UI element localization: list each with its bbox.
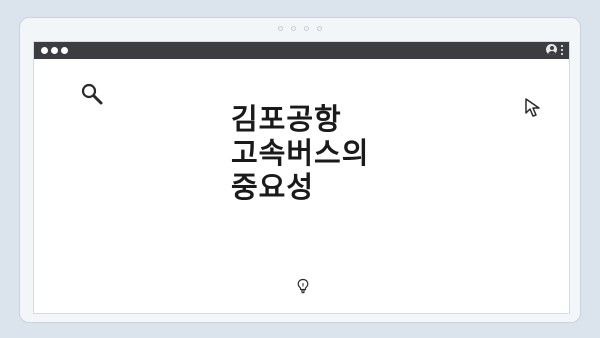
title-line: 김포공항 bbox=[231, 102, 342, 136]
frame-dot bbox=[291, 26, 296, 31]
titlebar-actions bbox=[546, 44, 563, 55]
frame-dots bbox=[20, 26, 580, 31]
search-icon bbox=[81, 83, 103, 105]
close-window-button[interactable] bbox=[41, 47, 48, 54]
account-icon[interactable] bbox=[546, 44, 557, 55]
more-vert-icon[interactable] bbox=[561, 44, 563, 55]
app-window: 김포공항 고속버스의 중요성 bbox=[33, 41, 570, 314]
window-controls bbox=[41, 47, 68, 54]
minimize-window-button[interactable] bbox=[51, 47, 58, 54]
frame-dot bbox=[317, 26, 322, 31]
lightbulb-icon bbox=[297, 278, 309, 294]
cursor-icon bbox=[525, 98, 540, 117]
maximize-window-button[interactable] bbox=[61, 47, 68, 54]
title-line: 고속버스의 bbox=[231, 136, 370, 170]
window-titlebar bbox=[34, 42, 569, 59]
title-line: 중요성 bbox=[231, 170, 315, 204]
frame-dot bbox=[304, 26, 309, 31]
frame-dot bbox=[278, 26, 283, 31]
page-title: 김포공항 고속버스의 중요성 bbox=[231, 102, 369, 204]
